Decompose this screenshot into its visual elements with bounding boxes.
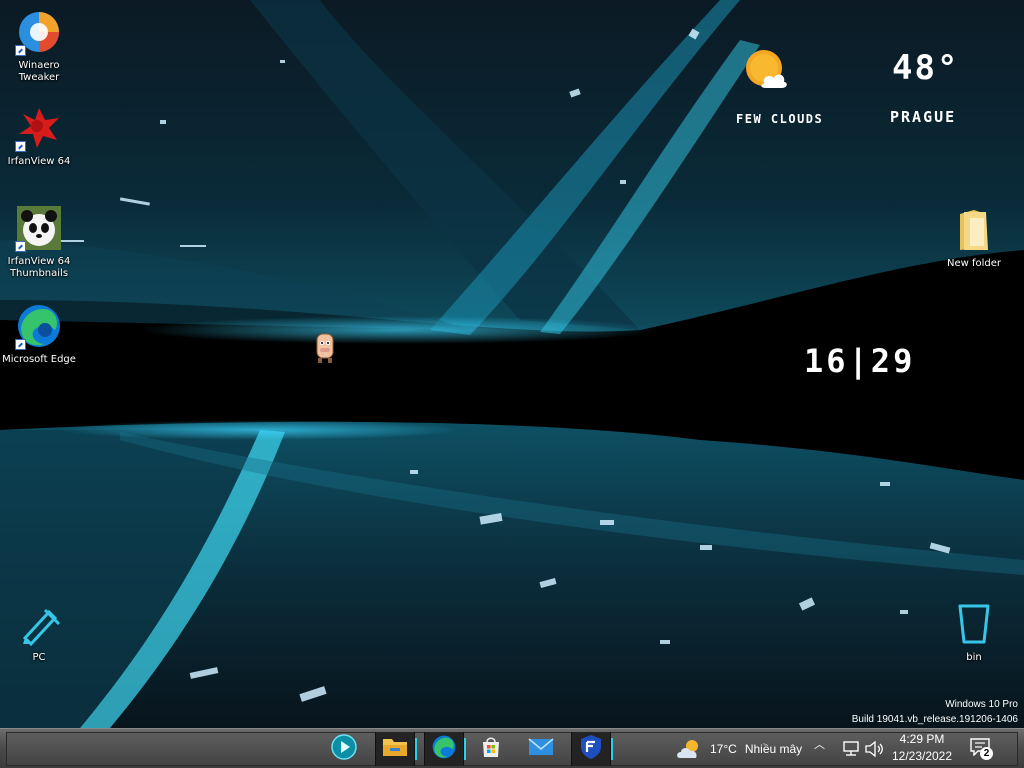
clock-widget[interactable]: 16|29 [718, 312, 1018, 420]
weather-widget[interactable]: FEW CLOUDS 48° PRAGUE [730, 40, 990, 130]
desktop-icon-irfanview-thumbnails[interactable]: IrfanView 64 Thumbnails [0, 204, 79, 280]
show-hidden-icons-button[interactable]: ︿ [814, 733, 830, 751]
taskbar-weather[interactable]: 17°C Nhiều mây [674, 732, 802, 766]
folder-icon [950, 206, 998, 254]
desktop-icon-pc[interactable]: PC [0, 600, 79, 664]
watermark-edition: Windows 10 Pro [945, 699, 1018, 710]
pc-pen-icon [15, 600, 63, 648]
notification-center-button[interactable]: 2 [968, 737, 994, 761]
recycle-bin-icon [950, 600, 998, 648]
desktop-pet-icon[interactable] [312, 330, 338, 364]
taskbar-time: 4:29 PM [899, 732, 945, 746]
desktop-icon-winaero-tweaker[interactable]: Winaero Tweaker [0, 8, 79, 84]
desktop-icon-label: PC [32, 652, 46, 663]
sun-cloud-icon [742, 48, 790, 94]
weather-temperature: 48° [892, 48, 960, 88]
winaero-tweaker-icon [15, 8, 63, 56]
shortcut-arrow-icon [15, 241, 26, 252]
taskbar-weather-condition: Nhiều mây [744, 742, 803, 756]
desktop-icon-irfanview[interactable]: IrfanView 64 [0, 104, 79, 168]
media-player-icon [330, 733, 358, 765]
weather-condition: FEW CLOUDS [736, 112, 824, 126]
edge-icon [431, 734, 457, 764]
shortcut-arrow-icon [15, 141, 26, 152]
desktop-icon-label: New folder [946, 258, 1002, 269]
file-explorer-icon [382, 736, 408, 762]
desktop-icon-label: IrfanView 64 [7, 156, 71, 167]
weather-city: PRAGUE [890, 108, 957, 126]
desktop-icon-microsoft-edge[interactable]: Microsoft Edge [0, 302, 79, 366]
taskbar-media-player[interactable] [325, 732, 363, 766]
taskbar-file-explorer[interactable] [375, 732, 417, 766]
taskbar-mail[interactable] [522, 732, 560, 766]
shortcut-arrow-icon [15, 45, 26, 56]
taskbar-microsoft-store[interactable] [472, 732, 510, 766]
volume-icon[interactable] [864, 740, 884, 758]
notification-badge: 2 [980, 747, 993, 760]
desktop[interactable]: Winaero Tweaker IrfanView 64 IrfanView 6… [0, 0, 1024, 728]
clock-time: 16|29 [804, 342, 916, 380]
shield-app-icon [579, 734, 603, 764]
irfanview-icon [15, 104, 63, 152]
desktop-icon-label: Winaero Tweaker [18, 60, 60, 83]
taskbar-date: 12/23/2022 [891, 749, 953, 763]
mail-icon [528, 737, 554, 761]
taskbar-edge[interactable] [424, 732, 466, 766]
desktop-icon-label: bin [966, 652, 982, 663]
taskbar-clock[interactable]: 4:29 PM 12/23/2022 [884, 731, 960, 767]
desktop-icon-recycle-bin[interactable]: bin [934, 600, 1014, 664]
taskbar-weather-temp: 17°C [710, 742, 737, 756]
taskbar-shield-app[interactable] [571, 732, 613, 766]
chevron-up-icon: ︿ [814, 738, 825, 751]
watermark-build: Build 19041.vb_release.191206-1406 [851, 714, 1018, 725]
desktop-icon-label: Microsoft Edge [2, 354, 76, 365]
network-icon[interactable] [842, 741, 860, 757]
shortcut-arrow-icon [15, 339, 26, 350]
microsoft-store-icon [479, 735, 503, 763]
edge-icon [15, 302, 63, 350]
windows-version-watermark: Windows 10 Pro Build 19041.vb_release.19… [852, 697, 1018, 727]
taskbar[interactable]: 17°C Nhiều mây ︿ 4:29 PM 12/23/2022 2 [0, 728, 1024, 768]
desktop-icon-label: IrfanView 64 Thumbnails [7, 256, 71, 279]
desktop-icon-new-folder[interactable]: New folder [934, 206, 1014, 270]
panda-icon [15, 204, 63, 252]
cloud-sun-icon [674, 738, 702, 760]
